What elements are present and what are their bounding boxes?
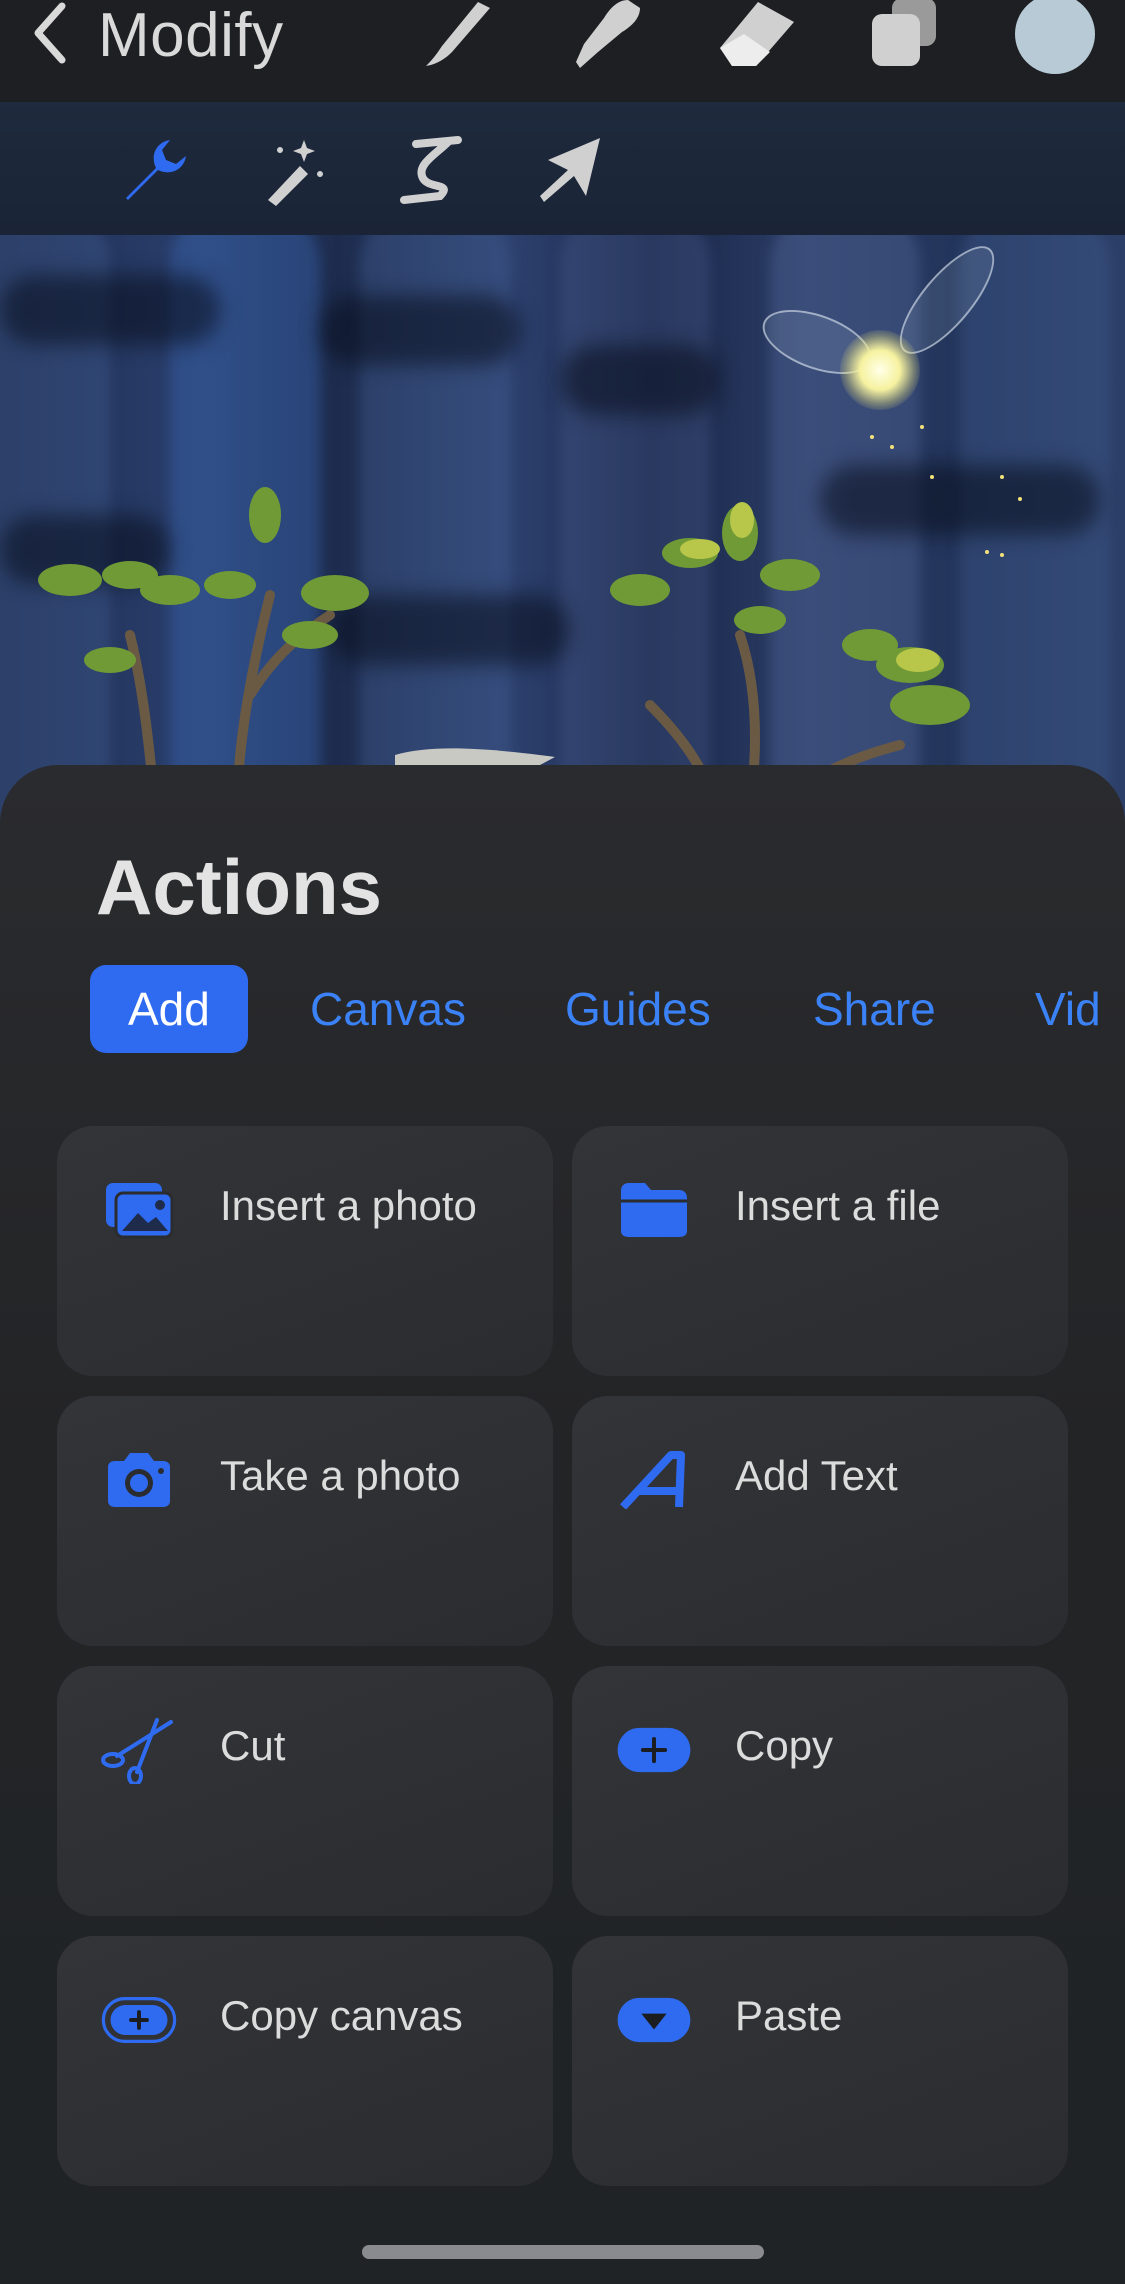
home-indicator[interactable] <box>362 2245 764 2259</box>
take-photo-label: Take a photo <box>220 1452 461 1499</box>
tab-guides[interactable]: Guides <box>565 965 711 1053</box>
folder-icon <box>616 1176 692 1244</box>
insert-photo-label: Insert a photo <box>220 1182 477 1229</box>
layers-tool-button[interactable] <box>862 0 952 72</box>
tab-video[interactable]: Vid <box>1035 965 1101 1053</box>
arrow-cursor-icon <box>534 134 606 211</box>
adjustments-tool-button[interactable] <box>254 132 334 212</box>
camera-icon <box>101 1446 177 1514</box>
tab-add[interactable]: Add <box>90 965 248 1053</box>
copy-canvas-label: Copy canvas <box>220 1992 463 2039</box>
color-swatch[interactable] <box>1015 0 1095 74</box>
paste-label: Paste <box>735 1992 843 2039</box>
insert-photo-button[interactable]: Insert a photo <box>57 1126 553 1376</box>
actions-tab-bar: Add Canvas Guides Share Vid <box>0 965 1125 1055</box>
cut-button[interactable]: Cut <box>57 1666 553 1916</box>
top-toolbar: Modify <box>0 0 1125 102</box>
copy-button[interactable]: Copy <box>572 1666 1068 1916</box>
panel-title: Actions <box>96 843 383 931</box>
plants-illustration <box>38 487 970 855</box>
smudge-icon <box>560 0 650 75</box>
cut-label: Cut <box>220 1722 286 1769</box>
photo-icon <box>101 1176 177 1244</box>
selection-tool-button[interactable] <box>392 132 472 212</box>
copy-canvas-button[interactable]: Copy canvas <box>57 1936 553 2186</box>
insert-file-label: Insert a file <box>735 1182 941 1229</box>
insert-file-button[interactable]: Insert a file <box>572 1126 1068 1376</box>
brush-tool-button[interactable] <box>412 0 502 72</box>
back-label: Modify <box>98 0 284 70</box>
copy-label: Copy <box>735 1722 834 1769</box>
back-button[interactable]: Modify <box>30 0 284 70</box>
paste-icon <box>616 1986 692 2054</box>
text-icon <box>616 1446 692 1514</box>
paste-button[interactable]: Paste <box>572 1936 1068 2186</box>
add-text-button[interactable]: Add Text <box>572 1396 1068 1646</box>
eraser-tool-button[interactable] <box>712 0 802 72</box>
layers-icon <box>862 0 952 75</box>
magic-wand-icon <box>258 134 330 211</box>
chevron-left-icon <box>30 0 70 71</box>
eraser-icon <box>712 0 802 75</box>
selection-icon <box>396 134 468 211</box>
brush-icon <box>412 0 502 75</box>
wrench-icon <box>120 134 192 211</box>
transform-tool-button[interactable] <box>530 132 610 212</box>
copy-canvas-icon <box>101 1986 177 2054</box>
take-photo-button[interactable]: Take a photo <box>57 1396 553 1646</box>
add-text-label: Add Text <box>735 1452 898 1499</box>
scissors-icon <box>101 1716 177 1784</box>
copy-plus-icon <box>616 1716 692 1784</box>
actions-tool-button[interactable] <box>116 132 196 212</box>
tab-share[interactable]: Share <box>813 965 936 1053</box>
smudge-tool-button[interactable] <box>560 0 650 72</box>
tab-canvas[interactable]: Canvas <box>310 965 466 1053</box>
artwork-canvas[interactable] <box>0 235 1125 855</box>
